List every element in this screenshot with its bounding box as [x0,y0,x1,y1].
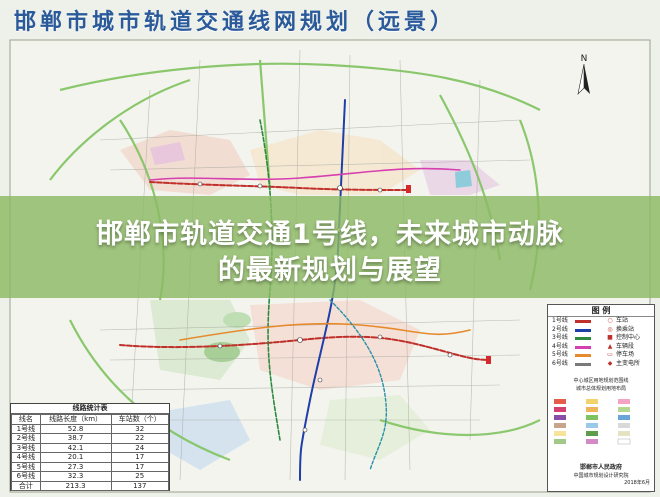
legend-symbol-icon: ▲ [607,342,613,350]
table-row: 6号线 32.3 25 [11,471,169,482]
legend-line-name: 5号线 [552,351,568,358]
stats-grid: 线名 线路长度（km） 车站数（个） 1号线 52.8 32 2号线 38.7 22 3… [11,414,169,491]
legend-footer-2: 中国城市规划设计研究院 [573,473,629,479]
table-cell: 5号线 [11,461,41,472]
legend-date: 2018年6月 [624,480,650,486]
legend-item: 6号线 ◆ 主变电所 [548,360,654,369]
legend-line-swatch [575,362,591,366]
legend-line-swatch [575,337,591,340]
legend-note-2: 城市总体规划用地布局 [575,386,626,392]
legend-line-name: 3号线 [552,334,568,341]
legend-symbol-icon: ■ [607,334,613,341]
table-cell: 2号线 [11,433,41,444]
legend-line-swatch [575,320,591,323]
map-legend: 图 例 1号线 ○ 车站 2号线 ◎ 换乘站 3号线 ■ 控制中心 4号线 ▲ 车辆段 5号线 ▭ 停车场 6… [547,304,655,492]
legend-symbol-name: 车站 [616,317,629,324]
table-cell: 22 [110,433,169,444]
line-statistics-table: 线路统计表 线名 线路长度（km） 车站数（个） 1号线 52.8 32 2号线 38… [10,403,170,491]
table-cell: 42.1 [39,442,112,453]
legend-symbol-icon: ◆ [607,359,613,367]
land-use-legend-swatches [554,399,631,445]
legend-line-swatch [575,328,591,332]
table-row: 4号线 20.1 17 [11,452,169,463]
legend-note-1: 中心城区用地规划范围线 [573,378,629,384]
north-arrow-icon: N [577,54,590,95]
legend-symbol-icon: ○ [607,317,613,324]
table-cell: 25 [110,471,169,482]
table-cell: 合计 [11,480,41,491]
legend-footer: 邯郸市人民政府 [579,464,622,471]
stats-header: 线名 [11,414,41,425]
stats-caption: 线路统计表 [11,404,169,414]
compass-label: N [581,54,588,64]
legend-line-name: 4号线 [552,342,568,350]
stats-header: 车站数（个） [110,414,169,425]
stats-header: 线路长度（km） [39,414,112,425]
table-row: 2号线 38.7 22 [11,433,169,444]
table-cell: 20.1 [39,452,112,463]
headline-line-1: 邯郸市轨道交通1号线，未来城市动脉 [96,219,564,250]
legend-line-name: 2号线 [552,325,568,333]
table-cell: 27.3 [39,461,112,472]
table-row: 合计 213.3 137 [11,480,169,491]
legend-item: 4号线 ▲ 车辆段 [548,343,654,352]
legend-item: 1号线 ○ 车站 [548,317,654,326]
table-cell: 213.3 [39,480,112,491]
table-cell: 1号线 [11,423,41,434]
legend-line-swatch [575,354,591,357]
headline-line-2: 的最新规划与展望 [218,255,442,286]
table-row: 3号线 42.1 24 [11,442,169,453]
table-cell: 137 [110,480,169,491]
table-cell: 3号线 [11,442,41,453]
legend-symbol-name: 停车场 [616,351,635,358]
table-cell: 38.7 [39,433,112,444]
table-cell: 17 [110,461,169,472]
legend-symbol-name: 换乘站 [616,325,635,333]
legend-symbol-name: 控制中心 [616,334,641,341]
legend-item: 3号线 ■ 控制中心 [548,334,654,343]
legend-line-name: 6号线 [552,359,568,367]
table-cell: 32.3 [39,471,112,482]
table-cell: 24 [110,442,169,453]
legend-symbol-icon: ▭ [607,351,613,358]
legend-item: 5号线 ▭ 停车场 [548,351,654,360]
legend-rows: 1号线 ○ 车站 2号线 ◎ 换乘站 3号线 ■ 控制中心 4号线 ▲ 车辆段 5号线 ▭ 停车场 6号线 ◆ 主… [548,317,654,368]
legend-symbol-name: 主变电所 [616,359,641,367]
table-row: 1号线 52.8 32 [11,423,169,434]
legend-symbol-icon: ◎ [607,325,613,333]
table-cell: 52.8 [39,423,112,434]
table-cell: 4号线 [11,452,41,463]
legend-item: 2号线 ◎ 换乘站 [548,326,654,335]
table-cell: 6号线 [11,471,41,482]
headline-banner: 邯郸市轨道交通1号线，未来城市动脉 的最新规划与展望 [0,196,660,298]
legend-symbol-name: 车辆段 [616,342,635,350]
table-row: 5号线 27.3 17 [11,461,169,472]
map-title: 邯郸市城市轨道交通线网规划（远景） [14,10,457,35]
legend-line-name: 1号线 [552,317,568,324]
legend-title: 图 例 [548,305,654,317]
stats-header-row: 线名 线路长度（km） 车站数（个） [11,414,169,425]
table-cell: 17 [110,452,169,463]
table-cell: 32 [110,423,169,434]
legend-line-swatch [575,345,591,349]
